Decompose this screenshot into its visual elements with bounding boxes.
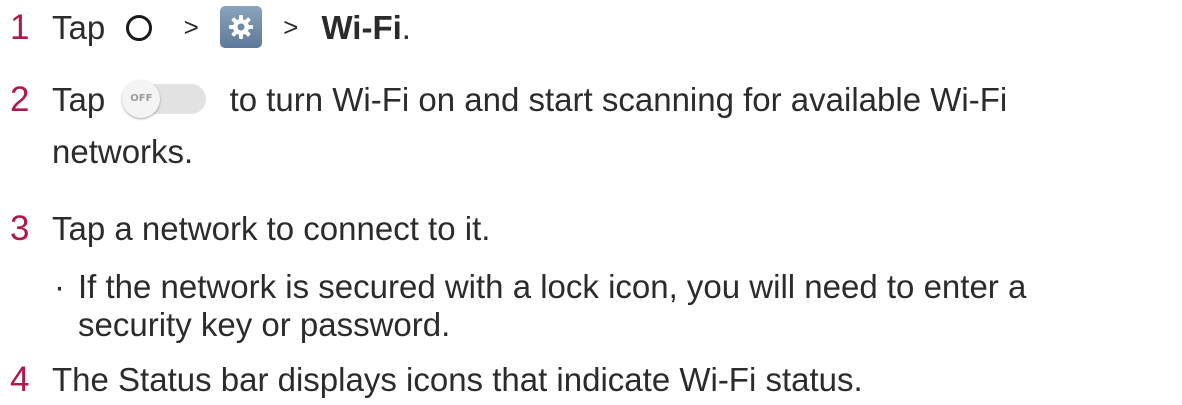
- bullet-line-2: security key or password.: [78, 306, 451, 343]
- toggle-knob: OFF: [122, 80, 161, 119]
- step-number: 4: [10, 360, 30, 399]
- step-2: 2 Tap OFF to turn Wi-Fi on and start sca…: [0, 75, 1182, 125]
- chevron-separator: >: [183, 12, 199, 42]
- step-4: 4 The Status bar displays icons that ind…: [0, 355, 1182, 405]
- wifi-off-toggle-icon: OFF: [122, 80, 207, 119]
- tap-label: Tap: [52, 9, 106, 46]
- tap-label: Tap: [52, 81, 106, 118]
- step-2-continuation: networks.: [52, 133, 194, 170]
- step-number: 3: [10, 209, 30, 248]
- bullet-note-continuation: security key or password.: [78, 300, 450, 350]
- settings-gear-icon: [219, 6, 262, 49]
- step-1: 1 Tap > > Wi-Fi.: [0, 3, 1182, 53]
- bullet-marker: ·: [54, 268, 65, 305]
- period: .: [401, 9, 411, 46]
- step-text: The Status bar displays icons that indic…: [52, 361, 863, 398]
- home-circle-icon: [126, 15, 153, 42]
- step-3: 3 Tap a network to connect to it.: [0, 204, 1182, 254]
- step-number: 1: [10, 8, 30, 47]
- step-text: Tap > > Wi-Fi.: [52, 3, 1182, 55]
- chevron-separator: >: [283, 12, 299, 42]
- wifi-menu-label: Wi-Fi: [321, 9, 402, 46]
- step-text: Tap OFF to turn Wi-Fi on and start scann…: [52, 75, 1182, 125]
- step-description: to turn Wi-Fi on and start scanning for …: [229, 81, 1008, 118]
- step-text: Tap a network to connect to it.: [52, 210, 491, 247]
- step-number: 2: [10, 80, 30, 119]
